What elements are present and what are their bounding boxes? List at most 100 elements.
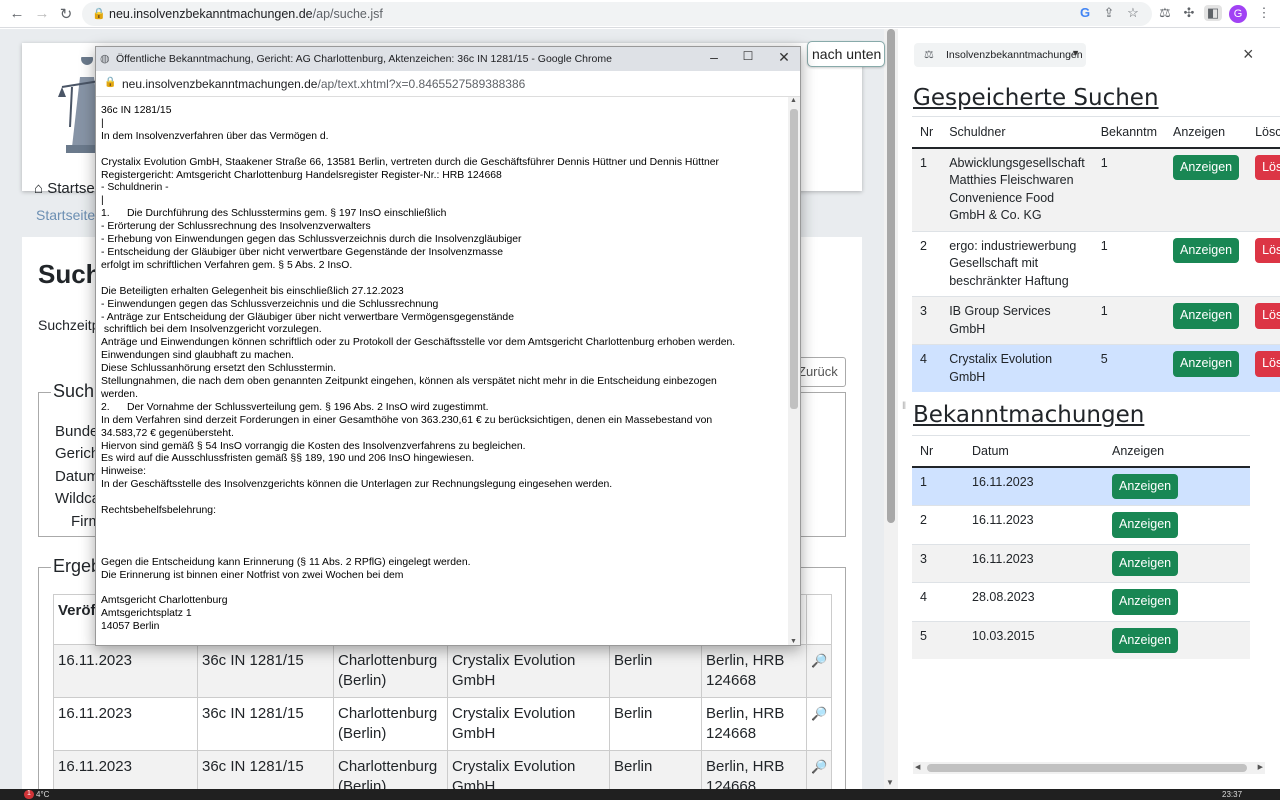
cell-datum: 16.11.2023 bbox=[964, 543, 1104, 583]
cell-sitz: Berlin bbox=[609, 697, 702, 751]
anzeigen-button[interactable]: Anzeigen bbox=[1172, 237, 1240, 263]
magnifier-icon[interactable]: 🔎 bbox=[811, 706, 827, 721]
home-link[interactable]: ⌂ Startse bbox=[34, 180, 95, 197]
table-row: 4 28.08.2023 Anzeigen bbox=[912, 582, 1250, 621]
cell-name: Crystalix Evolution GmbH bbox=[447, 750, 610, 789]
forward-icon[interactable]: → bbox=[33, 5, 51, 22]
anzeigen-button[interactable]: Anzeigen bbox=[1112, 550, 1179, 576]
cell-register: Berlin, HRB 124668 bbox=[701, 697, 807, 751]
cell-schuldner: Crystalix Evolution GmbH bbox=[941, 344, 1093, 392]
table-row: 5 10.03.2015 Anzeigen bbox=[912, 620, 1250, 659]
table-row: 4 Crystalix Evolution GmbH 5 Anzeigen Lö… bbox=[912, 344, 1280, 392]
cell-name: Crystalix Evolution GmbH bbox=[447, 697, 610, 751]
nach-unten-button[interactable]: nach unten bbox=[807, 41, 885, 67]
column-header-anzeigen: Anzeigen bbox=[1104, 435, 1250, 468]
table-row: 1 Abwicklungsgesellschaft Matthies Fleis… bbox=[912, 147, 1280, 231]
breadcrumb[interactable]: Startseite bbox=[36, 207, 95, 223]
loeschen-button[interactable]: Löschen bbox=[1255, 154, 1280, 180]
announcement-text: 36c IN 1281/15 | In dem Insolvenzverfahr… bbox=[101, 105, 736, 633]
caret-down-icon: ▼ bbox=[1071, 48, 1080, 58]
table-row[interactable]: 16.11.2023 36c IN 1281/15 Charlottenburg… bbox=[53, 644, 833, 698]
table-row: 2 16.11.2023 Anzeigen bbox=[912, 505, 1250, 544]
scroll-up-arrow-icon[interactable]: ▲ bbox=[790, 97, 797, 104]
anzeigen-button[interactable]: Anzeigen bbox=[1172, 351, 1240, 377]
table-row: 3 16.11.2023 Anzeigen bbox=[912, 543, 1250, 583]
cell-count: 1 bbox=[1092, 296, 1165, 345]
weather-temperature[interactable]: 4°C bbox=[36, 790, 49, 799]
cell-nr: 2 bbox=[912, 230, 942, 297]
side-panel-horizontal-scrollbar[interactable]: ◀ ▶ bbox=[913, 762, 1265, 774]
cell-nr: 5 bbox=[912, 620, 964, 659]
popup-url: neu.insolvenzbekanntmachungen.de/ap/text… bbox=[122, 77, 526, 91]
cell-nr: 4 bbox=[912, 344, 942, 392]
column-header-datum: Datum bbox=[964, 435, 1104, 468]
anzeigen-button[interactable]: Anzeigen bbox=[1112, 627, 1179, 653]
side-panel-splitter[interactable]: ‖ bbox=[899, 29, 909, 789]
table-header-row: Nr Schuldner Bekanntm Anzeigen Löschen bbox=[912, 116, 1280, 149]
drag-handle-icon[interactable]: ‖ bbox=[902, 401, 906, 412]
popup-titlebar: ◍ Öffentliche Bekanntmachung, Gericht: A… bbox=[96, 47, 800, 71]
scroll-down-arrow-icon[interactable]: ▼ bbox=[886, 778, 894, 787]
side-panel-selector[interactable]: ⚖ Insolvenzbekanntmachungen ▼ bbox=[914, 43, 1086, 67]
scroll-right-arrow-icon[interactable]: ▶ bbox=[1258, 763, 1263, 771]
search-legend: Suchl bbox=[51, 381, 101, 402]
address-bar[interactable]: 🔒 neu.insolvenzbekanntmachungen.de/ap/su… bbox=[82, 2, 1152, 26]
page-title: Such bbox=[38, 259, 102, 289]
bookmark-star-icon[interactable]: ☆ bbox=[1124, 5, 1142, 21]
field-label-wildcard: Wildca bbox=[55, 490, 101, 507]
column-header-schuldner: Schuldner bbox=[941, 116, 1093, 149]
home-icon: ⌂ bbox=[34, 180, 44, 197]
back-icon[interactable]: ← bbox=[8, 5, 26, 22]
cell-schuldner: Abwicklungsgesellschaft Matthies Fleisch… bbox=[941, 147, 1093, 231]
side-panel-icon[interactable]: ◧ bbox=[1204, 5, 1222, 21]
menu-kebab-icon[interactable]: ⋮ bbox=[1255, 5, 1273, 21]
notification-badge[interactable]: 1 bbox=[24, 790, 34, 799]
table-row: 1 16.11.2023 Anzeigen bbox=[912, 466, 1250, 506]
column-header-bekanntm: Bekanntm bbox=[1092, 116, 1165, 149]
popup-url-bar[interactable]: 🔒 neu.insolvenzbekanntmachungen.de/ap/te… bbox=[96, 71, 800, 97]
cell-register: Berlin, HRB 124668 bbox=[701, 644, 807, 698]
cell-datum: 16.11.2023 bbox=[53, 644, 198, 698]
scroll-down-arrow-icon[interactable]: ▼ bbox=[790, 638, 797, 645]
clock[interactable]: 23:37 bbox=[1222, 790, 1242, 799]
cell-aktenzeichen: 36c IN 1281/15 bbox=[197, 697, 334, 751]
share-icon[interactable]: ⇪ bbox=[1100, 5, 1118, 21]
loeschen-button[interactable]: Löschen bbox=[1255, 303, 1280, 329]
cell-datum: 16.11.2023 bbox=[964, 466, 1104, 506]
extension-app-icon[interactable]: ⚖ bbox=[1156, 5, 1174, 21]
table-row[interactable]: 16.11.2023 36c IN 1281/15 Charlottenburg… bbox=[53, 697, 833, 751]
google-icon[interactable]: G bbox=[1076, 5, 1094, 20]
loeschen-button[interactable]: Löschen bbox=[1255, 237, 1280, 263]
anzeigen-button[interactable]: Anzeigen bbox=[1172, 303, 1240, 329]
close-icon[interactable]: × bbox=[1243, 44, 1254, 65]
reload-icon[interactable]: ↻ bbox=[57, 5, 75, 23]
cell-view: 🔎 bbox=[805, 644, 833, 698]
popup-scrollbar[interactable]: ▲ ▼ bbox=[788, 97, 800, 645]
close-icon[interactable]: ✕ bbox=[774, 49, 794, 66]
table-row[interactable]: 16.11.2023 36c IN 1281/15 Charlottenburg… bbox=[53, 750, 833, 789]
popup-window: ◍ Öffentliche Bekanntmachung, Gericht: A… bbox=[95, 46, 801, 646]
side-panel-selector-label: Insolvenzbekanntmachungen bbox=[946, 49, 1083, 61]
anzeigen-button[interactable]: Anzeigen bbox=[1172, 154, 1240, 180]
magnifier-icon[interactable]: 🔎 bbox=[811, 759, 827, 774]
anzeigen-button[interactable]: Anzeigen bbox=[1112, 589, 1179, 615]
cell-datum: 16.11.2023 bbox=[964, 505, 1104, 544]
scrollbar-thumb[interactable] bbox=[790, 109, 798, 409]
main-scrollbar[interactable]: ▼ bbox=[884, 29, 898, 789]
cell-gericht: Charlottenburg (Berlin) bbox=[333, 644, 448, 698]
cell-nr: 1 bbox=[912, 147, 942, 231]
popup-title: Öffentliche Bekanntmachung, Gericht: AG … bbox=[116, 53, 612, 65]
anzeigen-button[interactable]: Anzeigen bbox=[1112, 473, 1179, 499]
scrollbar-thumb[interactable] bbox=[927, 764, 1247, 772]
maximize-icon[interactable]: ☐ bbox=[738, 49, 758, 63]
scrollbar-thumb[interactable] bbox=[887, 29, 895, 523]
cell-gericht: Charlottenburg (Berlin) bbox=[333, 697, 448, 751]
loeschen-button[interactable]: Löschen bbox=[1255, 351, 1280, 377]
puzzle-icon[interactable]: ✣ bbox=[1180, 5, 1198, 21]
profile-avatar[interactable]: G bbox=[1229, 5, 1247, 23]
scroll-left-arrow-icon[interactable]: ◀ bbox=[915, 763, 920, 771]
cell-sitz: Berlin bbox=[609, 750, 702, 789]
anzeigen-button[interactable]: Anzeigen bbox=[1112, 512, 1179, 538]
minimize-icon[interactable]: – bbox=[704, 49, 724, 65]
magnifier-icon[interactable]: 🔎 bbox=[811, 653, 827, 668]
